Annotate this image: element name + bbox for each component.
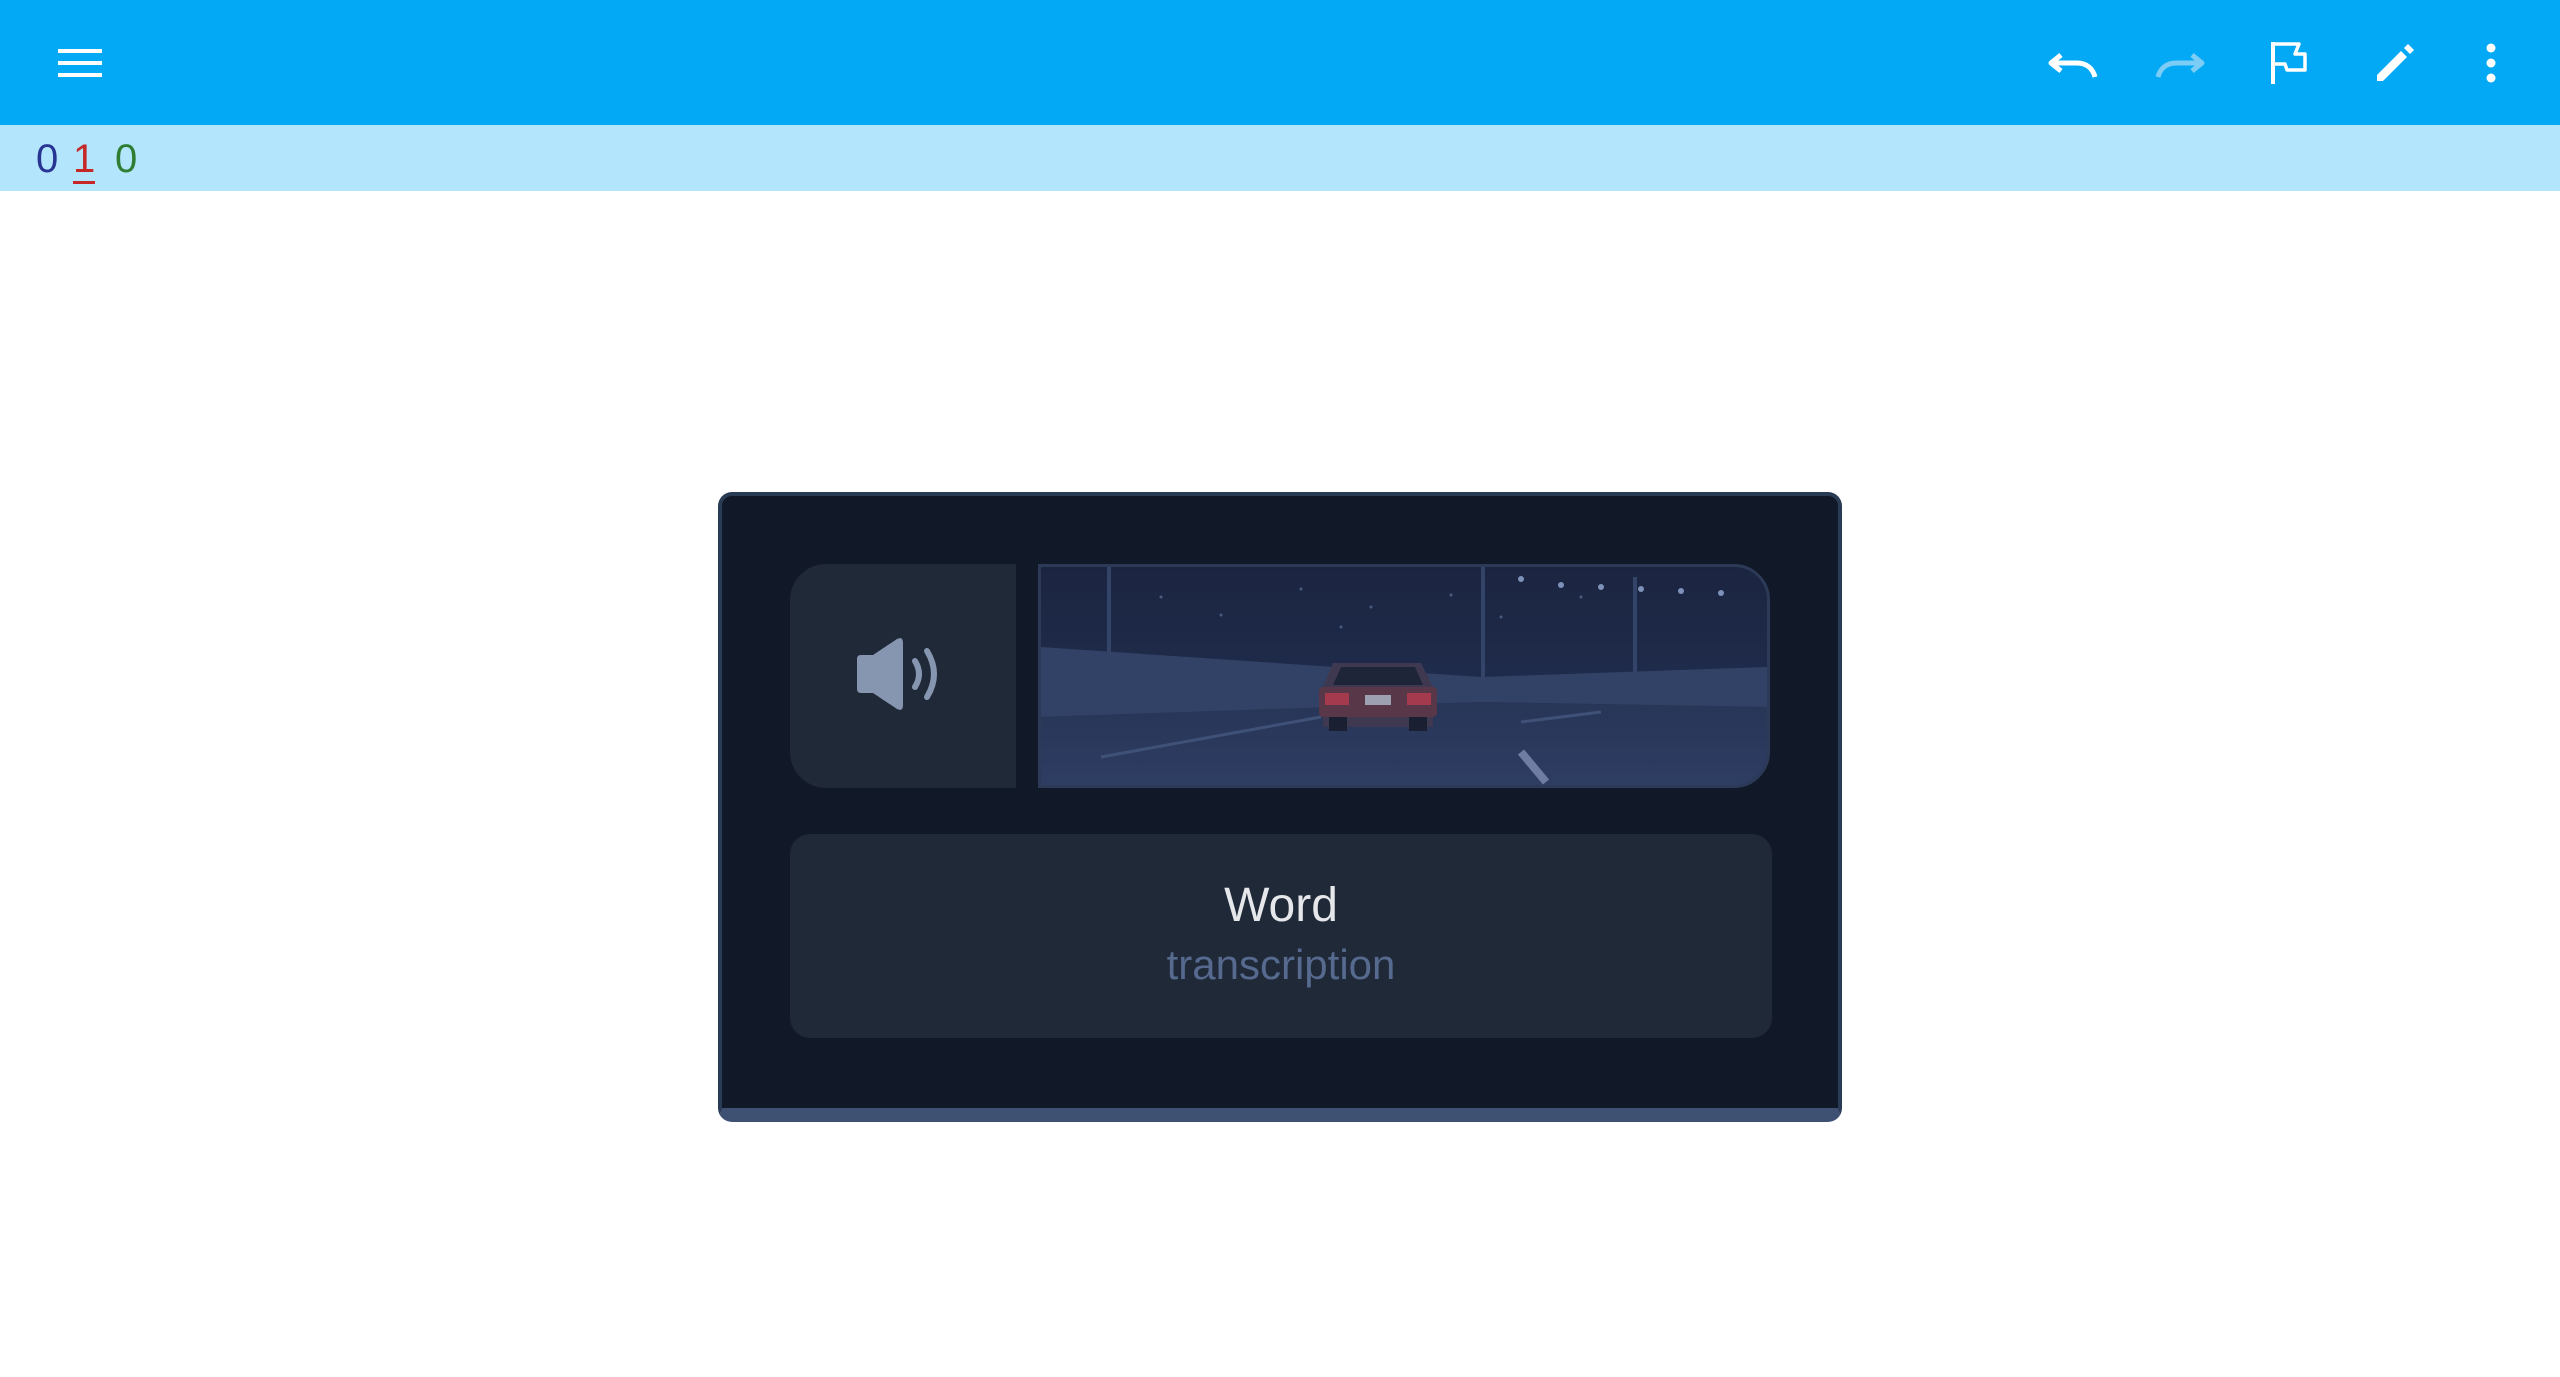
undo-icon (2047, 43, 2099, 83)
menu-button[interactable] (41, 24, 119, 102)
card-transcription: transcription (1166, 941, 1396, 988)
review-count: 0 (115, 137, 138, 181)
undo-button[interactable] (2034, 24, 2112, 102)
flag-button[interactable] (2250, 24, 2328, 102)
learn-count: 1 (73, 139, 96, 184)
edit-pencil-icon (2373, 41, 2417, 85)
card-counts-bar: 0 1 0 (0, 125, 2560, 191)
flag-icon (2269, 40, 2309, 86)
more-options-button[interactable] (2452, 24, 2530, 102)
night-highway-car-image (1041, 567, 1767, 785)
flashcard: Word transcription (718, 492, 1842, 1122)
card-image (1038, 564, 1770, 788)
speaker-icon (853, 637, 953, 716)
top-toolbar (0, 0, 2560, 125)
more-vertical-icon (2484, 43, 2498, 83)
card-word: Word (1224, 879, 1338, 932)
redo-icon (2154, 43, 2206, 83)
new-count: 0 (36, 137, 59, 181)
redo-button[interactable] (2141, 24, 2219, 102)
menu-icon (56, 45, 104, 81)
edit-button[interactable] (2356, 24, 2434, 102)
word-panel: Word transcription (790, 834, 1772, 1038)
play-audio-button[interactable] (790, 564, 1016, 788)
